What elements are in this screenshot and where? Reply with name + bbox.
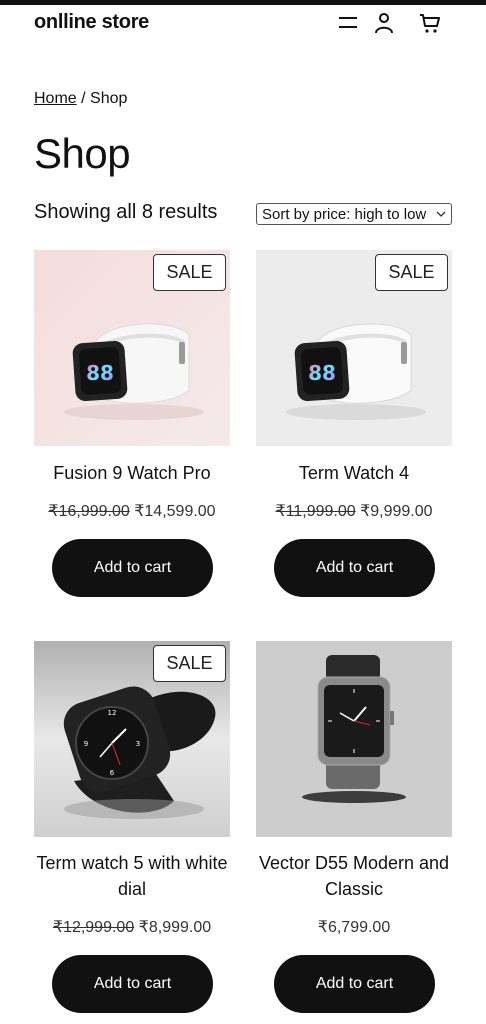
breadcrumb-separator: / bbox=[76, 90, 91, 107]
product-price: ₹6,799.00 bbox=[256, 917, 452, 937]
product-card: 88 SALE Term Watch 4 ₹11,999.00 ₹9,999.0… bbox=[256, 250, 452, 600]
add-to-cart-button[interactable]: Add to cart bbox=[52, 955, 213, 1013]
sort-selected-value: Sort by price: high to low bbox=[262, 205, 427, 223]
hamburger-icon[interactable] bbox=[336, 11, 360, 35]
add-to-cart-button[interactable]: Add to cart bbox=[274, 539, 435, 597]
product-price: ₹16,999.00 ₹14,599.00 bbox=[34, 501, 230, 521]
product-name[interactable]: Term Watch 4 bbox=[256, 460, 452, 486]
product-card: 12 3 6 9 SALE Term watch 5 with white dial … bbox=[34, 641, 230, 1021]
product-old-price: ₹11,999.00 bbox=[275, 503, 356, 520]
page-title: Shop bbox=[34, 130, 131, 177]
product-sale-price: ₹14,599.00 bbox=[134, 503, 216, 520]
add-to-cart-button[interactable]: Add to cart bbox=[274, 955, 435, 1013]
product-card: 88 SALE Fusion 9 Watch Pro ₹16,999.00 ₹1… bbox=[34, 250, 230, 600]
svg-text:9: 9 bbox=[84, 740, 88, 748]
site-logo[interactable]: onlline store bbox=[34, 11, 149, 34]
breadcrumb-current: Shop bbox=[90, 90, 128, 107]
product-card: Vector D55 Modern and Classic ₹6,799.00 … bbox=[256, 641, 452, 1021]
svg-text:12: 12 bbox=[108, 709, 117, 717]
sale-badge: SALE bbox=[153, 645, 226, 682]
sale-badge: SALE bbox=[375, 254, 448, 291]
svg-text:3: 3 bbox=[136, 740, 140, 748]
product-name[interactable]: Vector D55 Modern and Classic bbox=[256, 850, 452, 902]
product-old-price: ₹16,999.00 bbox=[48, 503, 130, 520]
sale-badge: SALE bbox=[153, 254, 226, 291]
product-sale-price: ₹8,999.00 bbox=[138, 919, 212, 936]
svg-text:88: 88 bbox=[308, 361, 336, 385]
breadcrumb: Home / Shop bbox=[34, 90, 127, 108]
product-old-price: ₹12,999.00 bbox=[52, 919, 135, 936]
svg-text:6: 6 bbox=[110, 769, 115, 777]
breadcrumb-home-link[interactable]: Home bbox=[34, 90, 77, 107]
cart-icon[interactable] bbox=[418, 11, 442, 35]
chevron-down-icon bbox=[436, 211, 446, 217]
product-sale-price: ₹9,999.00 bbox=[360, 503, 433, 520]
product-sale-price: ₹6,799.00 bbox=[317, 919, 391, 936]
product-name[interactable]: Fusion 9 Watch Pro bbox=[34, 460, 230, 486]
sort-dropdown[interactable]: Sort by price: high to low bbox=[256, 203, 452, 225]
product-price: ₹12,999.00 ₹8,999.00 bbox=[34, 917, 230, 937]
product-image[interactable] bbox=[256, 641, 452, 837]
add-to-cart-button[interactable]: Add to cart bbox=[52, 539, 213, 597]
product-price: ₹11,999.00 ₹9,999.00 bbox=[256, 501, 452, 521]
result-count: Showing all 8 results bbox=[34, 201, 218, 223]
user-icon[interactable] bbox=[372, 11, 396, 35]
site-header: onlline store bbox=[0, 5, 486, 45]
svg-text:88: 88 bbox=[86, 361, 114, 385]
product-name[interactable]: Term watch 5 with white dial bbox=[34, 850, 230, 902]
